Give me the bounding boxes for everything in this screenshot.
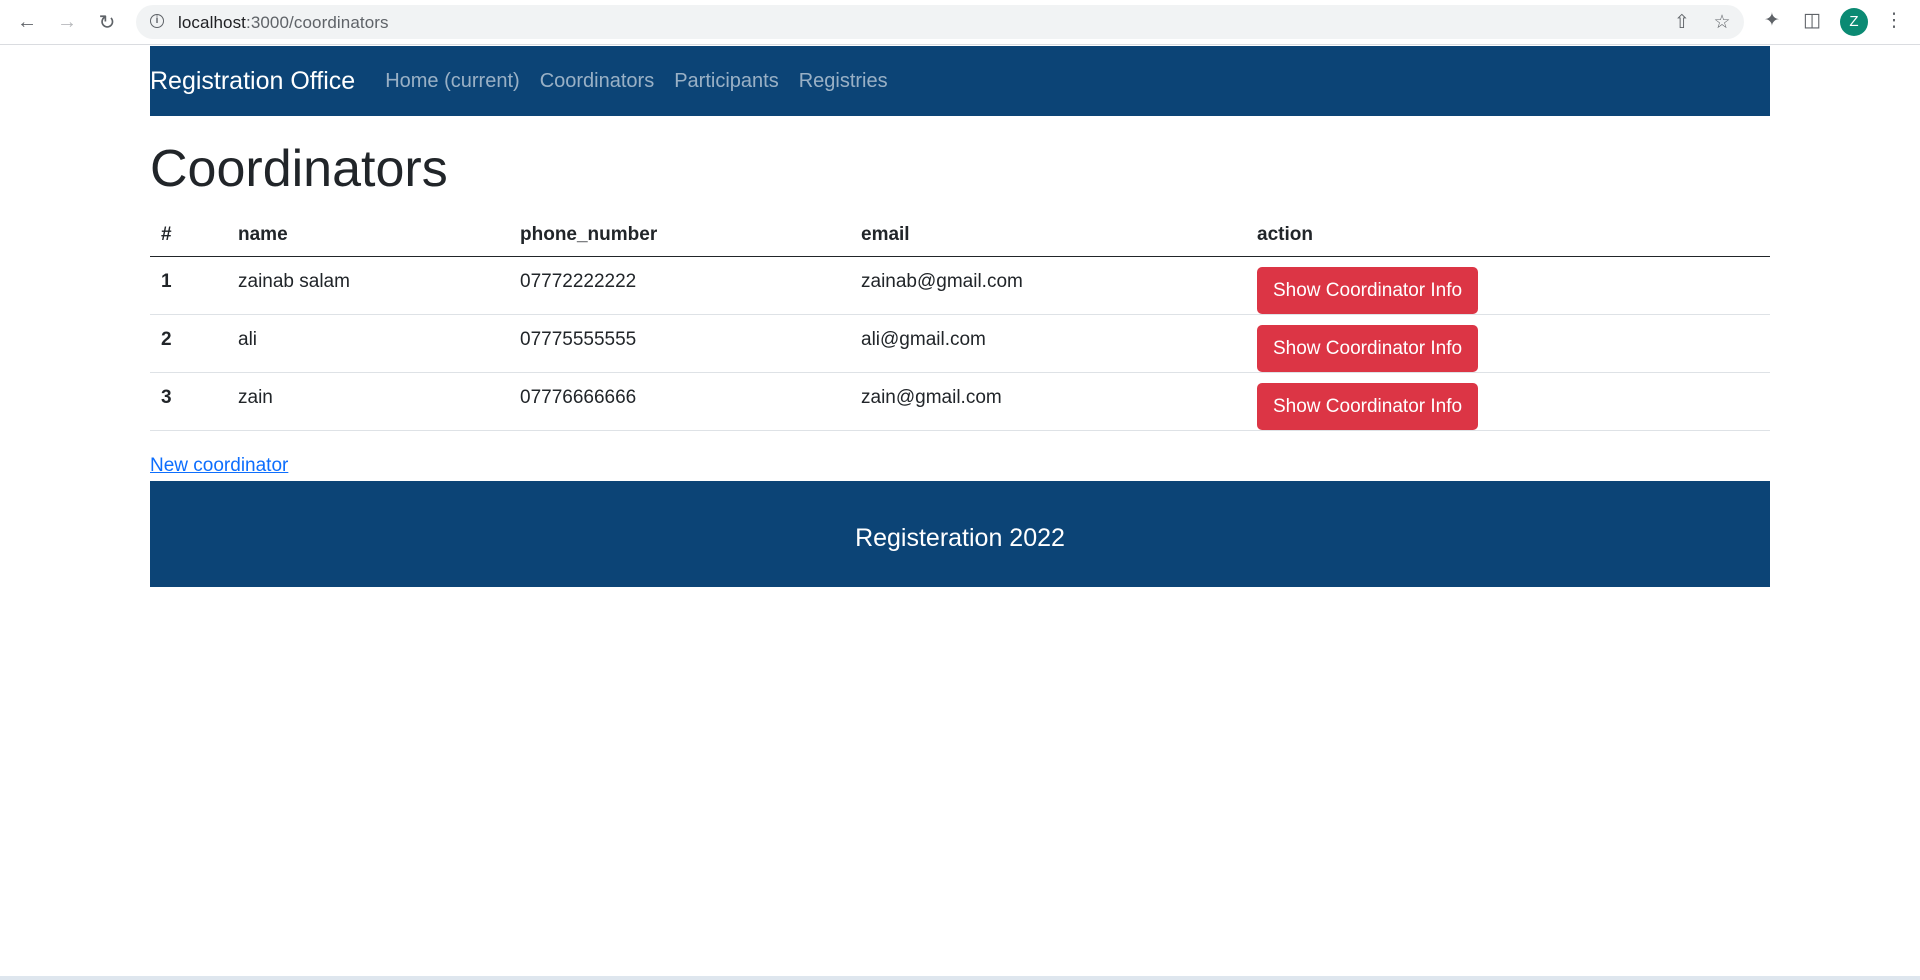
- header-index: #: [150, 216, 227, 257]
- row-phone: 07776666666: [509, 372, 850, 431]
- row-index: 2: [150, 314, 227, 373]
- row-email: ali@gmail.com: [850, 314, 1246, 373]
- nav-link-participants[interactable]: Participants: [674, 70, 779, 93]
- row-email: zain@gmail.com: [850, 372, 1246, 431]
- nav-link-registries[interactable]: Registries: [799, 70, 888, 93]
- header-email: email: [850, 216, 1246, 257]
- header-name: name: [227, 216, 509, 257]
- window-bottom-edge: [0, 976, 1920, 980]
- address-bar[interactable]: i localhost:3000/coordinators ⇧ ☆: [136, 5, 1744, 39]
- show-coordinator-info-button[interactable]: Show Coordinator Info: [1257, 267, 1479, 314]
- row-action-cell: Show Coordinator Info: [1246, 314, 1770, 373]
- row-action-cell: Show Coordinator Info: [1246, 256, 1770, 315]
- header-action: action: [1246, 216, 1770, 257]
- browser-toolbar: ← → ↻ i localhost:3000/coordinators ⇧ ☆ …: [0, 0, 1920, 45]
- row-action-cell: Show Coordinator Info: [1246, 372, 1770, 431]
- profile-avatar[interactable]: Z: [1840, 8, 1868, 36]
- bookmark-star-icon[interactable]: ☆: [1712, 13, 1732, 33]
- row-name: zainab salam: [227, 256, 509, 315]
- row-email: zainab@gmail.com: [850, 256, 1246, 315]
- row-name: ali: [227, 314, 509, 373]
- header-phone-number: phone_number: [509, 216, 850, 257]
- table-row: 1 zainab salam 07772222222 zainab@gmail.…: [150, 256, 1770, 315]
- page-container: Registration Office Home (current) Coord…: [150, 46, 1770, 587]
- row-name: zain: [227, 372, 509, 431]
- reload-icon[interactable]: ↻: [93, 8, 121, 36]
- share-icon[interactable]: ⇧: [1672, 13, 1692, 33]
- address-url[interactable]: localhost:3000/coordinators: [178, 13, 389, 33]
- row-phone: 07772222222: [509, 256, 850, 315]
- footer: Registeration 2022: [150, 481, 1770, 587]
- new-coordinator-link[interactable]: New coordinator: [150, 455, 288, 477]
- navbar-brand[interactable]: Registration Office: [150, 67, 355, 96]
- page-title: Coordinators: [150, 140, 448, 198]
- nav-link-home[interactable]: Home (current): [385, 70, 519, 93]
- menu-kebab-icon[interactable]: ⋮: [1882, 9, 1906, 33]
- back-arrow-icon[interactable]: ←: [13, 8, 41, 36]
- row-index: 1: [150, 256, 227, 315]
- nav-link-coordinators[interactable]: Coordinators: [540, 70, 655, 93]
- row-index: 3: [150, 372, 227, 431]
- navbar: Registration Office Home (current) Coord…: [150, 46, 1770, 116]
- site-info-icon[interactable]: i: [150, 14, 164, 28]
- show-coordinator-info-button[interactable]: Show Coordinator Info: [1257, 325, 1479, 372]
- show-coordinator-info-button[interactable]: Show Coordinator Info: [1257, 383, 1479, 430]
- table-row: 2 ali 07775555555 ali@gmail.com Show Coo…: [150, 314, 1770, 373]
- forward-arrow-icon[interactable]: →: [53, 8, 81, 36]
- extensions-puzzle-icon[interactable]: ✦: [1760, 9, 1784, 33]
- table-row: 3 zain 07776666666 zain@gmail.com Show C…: [150, 372, 1770, 431]
- side-panel-icon[interactable]: ◫: [1800, 9, 1824, 33]
- table-header-row: # name phone_number email action: [150, 216, 1770, 257]
- row-phone: 07775555555: [509, 314, 850, 373]
- footer-text: Registeration 2022: [855, 523, 1065, 552]
- coordinators-table: # name phone_number email action 1 zaina…: [150, 216, 1770, 431]
